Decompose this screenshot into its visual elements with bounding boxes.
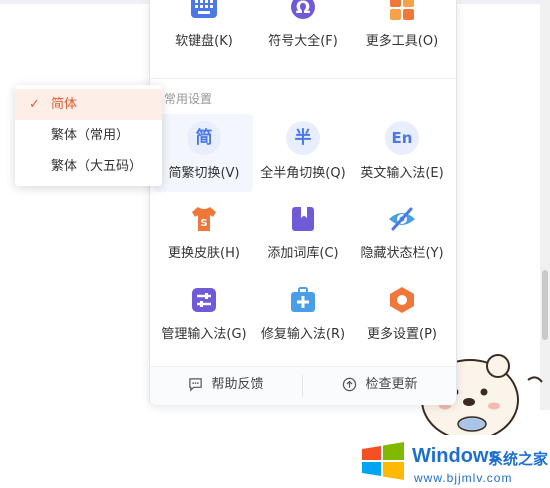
repair-input-method-button[interactable]: 修复输入法(R) [254, 281, 352, 359]
full-half-width-label: 全半角切换(Q) [260, 166, 346, 181]
change-skin-label: 更换皮肤(H) [168, 246, 240, 261]
toolbox-icon [291, 287, 315, 312]
svg-text:Ω: Ω [296, 0, 310, 18]
section-title-common-settings: 常用设置 [164, 92, 213, 106]
tshirt-icon: S [192, 207, 216, 231]
more-tools-button[interactable]: 更多工具(O) [353, 0, 451, 72]
english-en-icon: En [385, 121, 419, 155]
omega-icon: Ω [291, 0, 315, 19]
eye-hidden-icon [389, 207, 415, 231]
site-watermark: Windows 系统之家 www.bjjmlv.com [356, 435, 550, 488]
watermark-brand-cn: 系统之家 [488, 450, 549, 468]
bookmark-book-icon [292, 207, 314, 231]
settings-row-3: 管理输入法(G) 修复输入法(R) 更多设置(P) [150, 281, 456, 361]
help-feedback-button[interactable]: 帮助反馈 [150, 367, 302, 405]
check-update-button[interactable]: 检查更新 [304, 367, 456, 405]
windows-logo-icon [362, 442, 404, 480]
scrollbar-thumb[interactable] [542, 270, 548, 340]
simplified-char-icon: 简 [187, 121, 221, 155]
tools-row: 软键盘(K) Ω 符号大全(F) 更多工具(O) [150, 0, 456, 80]
symbols-label: 符号大全(F) [268, 34, 338, 49]
watermark-brand: Windows [412, 445, 500, 467]
manage-input-method-button[interactable]: 管理输入法(G) [155, 281, 253, 359]
hide-status-bar-label: 隐藏状态栏(Y) [360, 246, 444, 261]
keyboard-icon [191, 0, 217, 18]
check-update-label: 检查更新 [365, 377, 418, 392]
tools-grid-icon [390, 0, 414, 20]
hide-status-bar-button[interactable]: 隐藏状态栏(Y) [353, 200, 451, 278]
help-feedback-label: 帮助反馈 [211, 377, 264, 392]
more-settings-button[interactable]: 更多设置(P) [353, 281, 451, 359]
submenu-item-traditional-big5[interactable]: 繁体（大五码） [15, 151, 162, 182]
settings-row-2: S 更换皮肤(H) 添加词库(C) 隐藏状态栏(Y) [150, 200, 456, 280]
change-skin-button[interactable]: S 更换皮肤(H) [155, 200, 253, 278]
soft-keyboard-label: 软键盘(K) [175, 34, 233, 49]
submenu-item-simplified[interactable]: ✓ 简体 [15, 89, 162, 120]
repair-input-method-label: 修复输入法(R) [260, 327, 346, 342]
english-input-button[interactable]: En 英文输入法(E) [353, 114, 451, 192]
simplified-traditional-label: 简繁切换(V) [168, 166, 240, 181]
submenu-item-traditional-common[interactable]: 繁体（常用） [15, 120, 162, 151]
full-half-width-toggle-button[interactable]: 半 全半角切换(Q) [254, 114, 352, 192]
menu-footer: 帮助反馈 检查更新 [150, 366, 456, 405]
checkmark-icon: ✓ [29, 97, 40, 112]
manage-input-method-label: 管理输入法(G) [161, 327, 247, 342]
more-tools-label: 更多工具(O) [365, 34, 439, 49]
add-dictionary-button[interactable]: 添加词库(C) [254, 200, 352, 278]
script-variant-submenu: ✓ 简体 繁体（常用） 繁体（大五码） [15, 85, 162, 186]
section-divider [150, 78, 456, 79]
submenu-item-label: 简体 [51, 97, 78, 112]
watermark-url: www.bjjmlv.com [414, 471, 513, 485]
svg-text:S: S [200, 218, 207, 229]
add-dictionary-label: 添加词库(C) [267, 246, 339, 261]
hexagon-gear-icon [390, 287, 414, 313]
sliders-icon [192, 288, 216, 312]
symbols-button[interactable]: Ω 符号大全(F) [254, 0, 352, 72]
soft-keyboard-button[interactable]: 软键盘(K) [155, 0, 253, 72]
footer-divider [302, 375, 303, 397]
settings-row-1: 简 简繁切换(V) 半 全半角切换(Q) En 英文输入法(E) [150, 114, 456, 194]
english-input-label: 英文输入法(E) [360, 166, 444, 181]
arrow-up-circle-icon [343, 377, 357, 392]
simplified-traditional-toggle-button[interactable]: 简 简繁切换(V) [155, 114, 253, 192]
submenu-item-label: 繁体（常用） [51, 128, 130, 143]
ime-settings-menu: 软键盘(K) Ω 符号大全(F) 更多工具(O) 常用设置 简 简繁切换(V) [149, 0, 457, 405]
more-settings-label: 更多设置(P) [367, 327, 437, 342]
half-width-char-icon: 半 [286, 121, 320, 155]
submenu-item-label: 繁体（大五码） [51, 159, 143, 174]
chat-bubble-icon [189, 378, 203, 392]
